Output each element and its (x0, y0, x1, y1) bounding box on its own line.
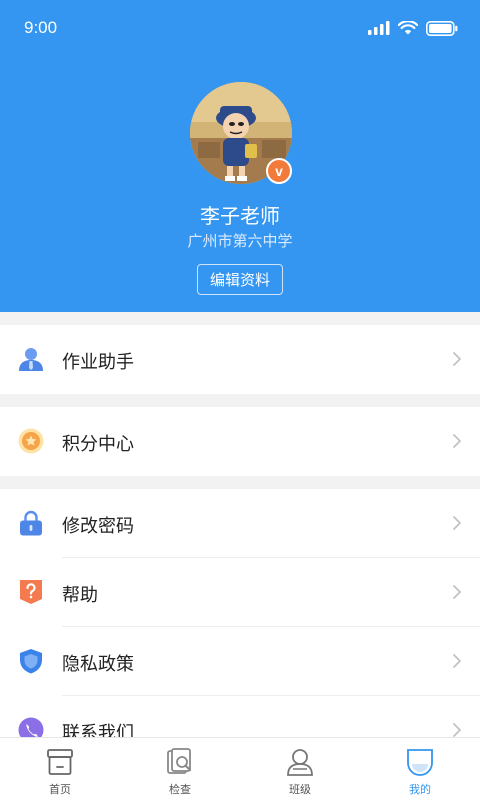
class-icon (287, 749, 313, 776)
menu-group-points: 积分中心 (0, 407, 480, 476)
tab-home[interactable]: 首页 (0, 738, 120, 800)
menu-label: 帮助 (62, 585, 98, 606)
user-name: 李子老师 (200, 204, 280, 228)
check-icon (167, 748, 191, 774)
avatar-container[interactable]: v (190, 82, 292, 184)
profile-icon (407, 749, 433, 776)
menu-item-homework-assistant[interactable]: 作业助手 (0, 325, 480, 394)
menu-item-change-password[interactable]: 修改密码 (0, 489, 480, 558)
chevron-right-icon (453, 352, 461, 366)
chevron-right-icon (453, 585, 461, 599)
status-icons (368, 19, 458, 37)
status-time: 9:00 (24, 18, 58, 37)
user-school: 广州市第六中学 (187, 232, 293, 250)
status-bar: 9:00 (0, 0, 480, 56)
edit-profile-button[interactable]: 编辑资料 (197, 264, 283, 295)
chevron-right-icon (453, 654, 461, 668)
chevron-right-icon (453, 516, 461, 530)
help-icon (20, 580, 42, 604)
tab-label: 检查 (169, 783, 191, 796)
menu-item-points-center[interactable]: 积分中心 (0, 407, 480, 476)
tab-check[interactable]: 检查 (120, 738, 240, 800)
profile-header: 9:00 v 李子老师 广州市第六中学 编辑资料 (0, 0, 480, 312)
menu-item-privacy-policy[interactable]: 隐私政策 (0, 627, 480, 696)
menu-label: 隐私政策 (62, 654, 134, 675)
menu-group-settings: 修改密码 帮助 隐私政策 联系我们 (0, 489, 480, 765)
menu-group-homework: 作业助手 (0, 325, 480, 394)
coin-icon (18, 428, 44, 454)
home-icon (47, 749, 73, 775)
menu-label: 作业助手 (62, 352, 134, 373)
verified-badge-icon: v (266, 158, 292, 184)
menu-label: 修改密码 (62, 516, 134, 537)
lock-icon (20, 510, 42, 536)
tab-label: 我的 (409, 783, 431, 796)
battery-icon (426, 20, 458, 36)
user-icon (19, 348, 43, 371)
tab-label: 班级 (289, 783, 311, 796)
chevron-right-icon (453, 723, 461, 737)
tab-class[interactable]: 班级 (240, 738, 360, 800)
bottom-tab-bar: 首页 检查 班级 我的 (0, 737, 480, 800)
chevron-right-icon (453, 434, 461, 448)
menu-item-help[interactable]: 帮助 (0, 558, 480, 627)
tab-profile[interactable]: 我的 (360, 738, 480, 800)
menu-label: 积分中心 (62, 434, 134, 455)
wifi-icon (398, 21, 418, 35)
signal-icon (368, 21, 390, 35)
tab-label: 首页 (49, 783, 71, 796)
shield-icon (20, 649, 42, 674)
